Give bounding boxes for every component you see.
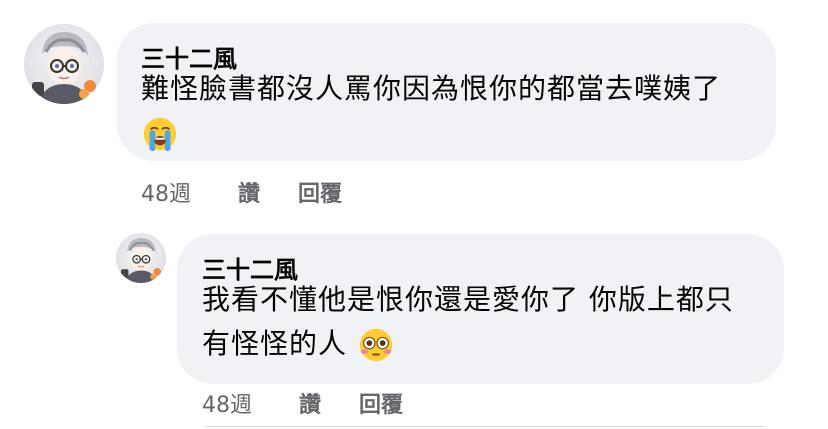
comment-timestamp[interactable]: 48週 bbox=[141, 176, 191, 208]
comment-emoji-line bbox=[141, 111, 761, 155]
reply-button[interactable]: 回覆 bbox=[298, 176, 342, 208]
avatar-illustration-icon bbox=[121, 238, 161, 283]
reply-comment: 三十二風 我看不懂他是恨你還是愛你了 你版上都只 有怪怪的人 48週 讚 回覆 bbox=[0, 210, 828, 429]
divider bbox=[205, 426, 765, 427]
comment-text: 難怪臉書都沒人罵你因為恨你的都當去噗姨了 bbox=[141, 67, 761, 155]
comment-actions: 48週 讚 回覆 bbox=[202, 387, 502, 418]
flushed-face-icon bbox=[359, 328, 393, 362]
like-button[interactable]: 讚 bbox=[299, 387, 321, 419]
comment: 三十二風 難怪臉書都沒人罵你因為恨你的都當去噗姨了 48週 讚 回覆 bbox=[0, 0, 828, 210]
comment-text-line: 有怪怪的人 bbox=[202, 322, 772, 366]
avatar[interactable] bbox=[24, 24, 104, 104]
comment-text: 我看不懂他是恨你還是愛你了 你版上都只 有怪怪的人 bbox=[202, 278, 772, 366]
reply-button[interactable]: 回覆 bbox=[359, 387, 403, 419]
comment-timestamp[interactable]: 48週 bbox=[202, 387, 252, 419]
like-button[interactable]: 讚 bbox=[238, 176, 260, 208]
comment-text-line: 我看不懂他是恨你還是愛你了 你版上都只 bbox=[202, 283, 734, 316]
comment-text-segment: 有怪怪的人 bbox=[202, 327, 348, 360]
comment-actions: 48週 讚 回覆 bbox=[141, 176, 441, 207]
avatar-illustration-icon bbox=[32, 32, 96, 104]
avatar[interactable] bbox=[116, 233, 166, 283]
comment-text-line: 難怪臉書都沒人罵你因為恨你的都當去噗姨了 bbox=[141, 72, 722, 105]
loudly-crying-face-icon bbox=[143, 117, 177, 152]
